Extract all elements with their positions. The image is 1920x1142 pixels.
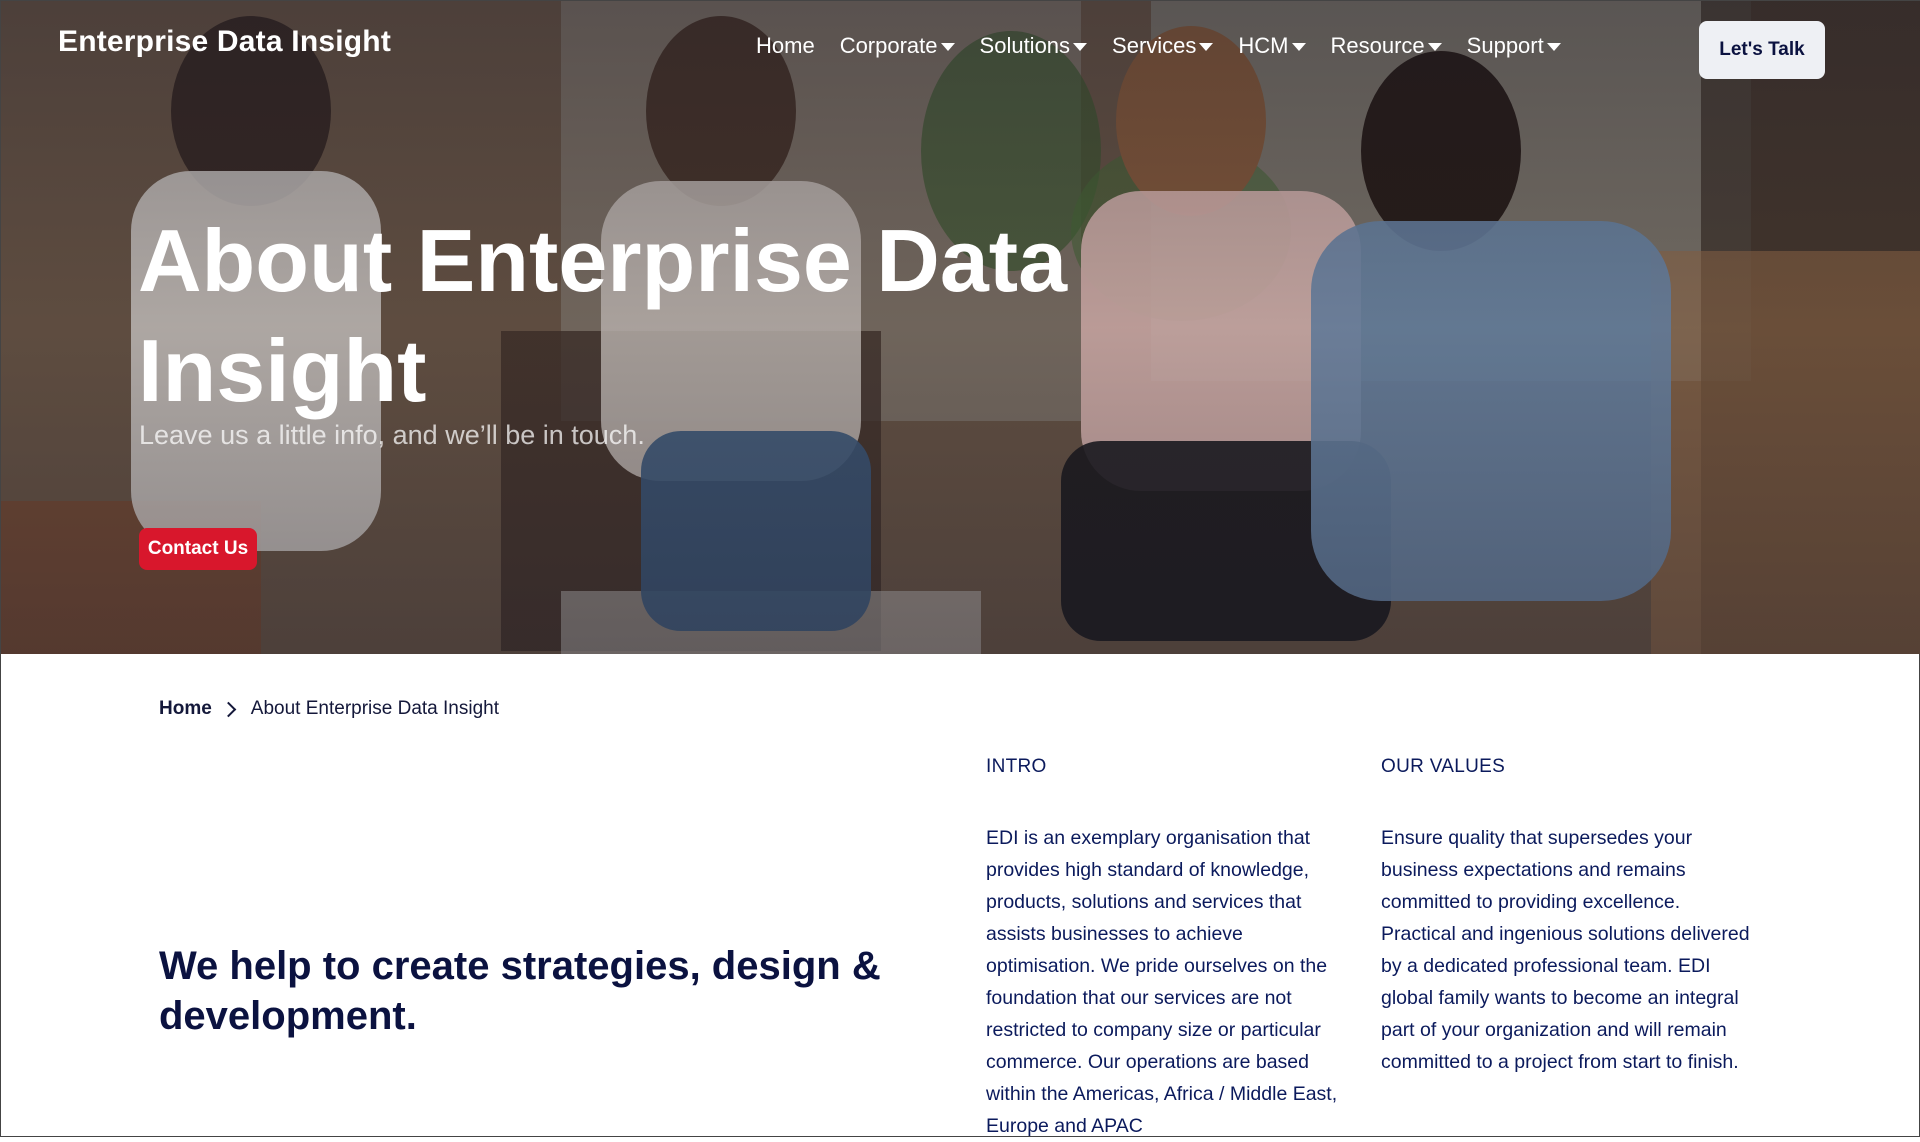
nav-resource[interactable]: Resource [1331, 33, 1442, 59]
main-nav: Home Corporate Solutions Services HCM Re… [756, 33, 1586, 59]
nav-home[interactable]: Home [756, 33, 815, 59]
nav-home-label: Home [756, 33, 815, 58]
caret-down-icon [1291, 43, 1306, 51]
nav-services[interactable]: Services [1112, 33, 1214, 59]
nav-hcm-label: HCM [1238, 33, 1289, 58]
nav-solutions[interactable]: Solutions [980, 33, 1088, 59]
hero-subtitle: Leave us a little info, and we’ll be in … [139, 420, 645, 450]
caret-down-icon [1427, 43, 1442, 51]
nav-support-label: Support [1466, 33, 1544, 58]
caret-down-icon [1199, 43, 1214, 51]
brand-logo[interactable]: Enterprise Data Insight [58, 25, 391, 59]
chevron-right-icon [220, 701, 237, 717]
nav-services-label: Services [1112, 33, 1197, 58]
lets-talk-button[interactable]: Let's Talk [1699, 21, 1825, 79]
hero-banner: Enterprise Data Insight Home Corporate S… [1, 1, 1920, 654]
nav-hcm[interactable]: HCM [1238, 33, 1306, 59]
hero-title: About Enterprise Data Insight [138, 211, 1068, 420]
nav-corporate-label: Corporate [839, 33, 938, 58]
nav-resource-label: Resource [1330, 33, 1425, 58]
values-text: Ensure quality that supersedes your busi… [1381, 827, 1750, 1073]
caret-down-icon [1073, 43, 1088, 51]
nav-corporate[interactable]: Corporate [840, 33, 955, 59]
breadcrumb: Home About Enterprise Data Insight [159, 698, 499, 720]
tagline-heading: We help to create strategies, design & d… [159, 944, 881, 1038]
values-heading: OUR VALUES [1381, 756, 1506, 777]
intro-heading: INTRO [986, 756, 1047, 777]
nav-support[interactable]: Support [1467, 33, 1561, 59]
breadcrumb-current: About Enterprise Data Insight [250, 698, 499, 719]
breadcrumb-home-link[interactable]: Home [159, 698, 212, 720]
intro-text: EDI is an exemplary organisation that pr… [986, 827, 1338, 1137]
caret-down-icon [940, 43, 955, 51]
contact-us-button[interactable]: Contact Us [139, 528, 257, 570]
caret-down-icon [1546, 43, 1561, 51]
nav-solutions-label: Solutions [979, 33, 1071, 58]
values-section: OUR VALUES Ensure quality that supersede… [1381, 756, 1751, 1078]
intro-section: INTRO EDI is an exemplary organisation t… [986, 756, 1356, 1142]
